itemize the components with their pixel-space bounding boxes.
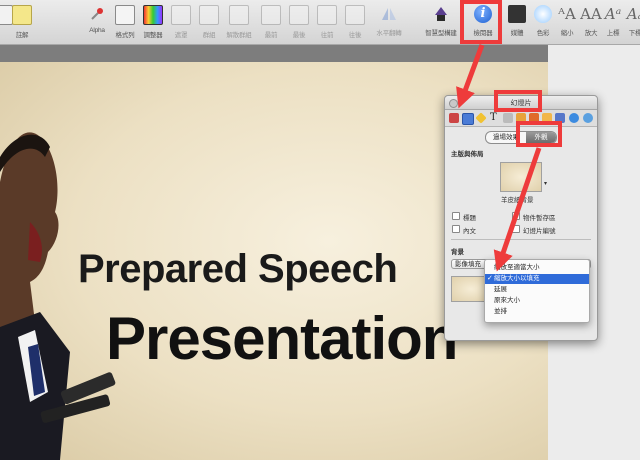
metrics-icon[interactable] xyxy=(516,113,526,123)
smart-build-icon xyxy=(432,5,450,23)
slide-inspector-icon[interactable] xyxy=(462,113,474,125)
menu-item-original-size[interactable]: 原來大小 xyxy=(485,296,589,306)
backward-icon xyxy=(345,5,365,25)
chart-icon[interactable] xyxy=(542,113,552,123)
option-object-label: 物件暫存區 xyxy=(523,215,556,222)
checkmark-icon: ✓ xyxy=(487,275,493,282)
text-icon[interactable]: T xyxy=(490,113,500,123)
background-section-label: 背景 xyxy=(451,249,464,256)
ungroup-icon xyxy=(229,5,249,25)
fill-type-value: 影像填充 xyxy=(455,261,481,268)
toolbar: 註解 Alpha 格式列 調整器 遮罩 群組 解散群組 最前 最後 往前 往後 … xyxy=(0,0,640,45)
adjust-icon xyxy=(143,5,163,25)
build-icon[interactable] xyxy=(475,112,487,124)
inspector-title: 幻燈片 xyxy=(510,100,532,107)
toolbar-button-flip[interactable]: 水平翻轉 xyxy=(372,3,406,41)
flip-icon xyxy=(380,5,398,23)
checkbox-title[interactable] xyxy=(452,212,460,220)
menu-item-scale-to-fit[interactable]: 縮放至適當大小 xyxy=(485,263,589,273)
link-icon[interactable] xyxy=(569,113,579,123)
checkbox-body[interactable] xyxy=(452,225,460,233)
format-bar-icon xyxy=(115,5,135,25)
document-icon[interactable] xyxy=(449,113,459,123)
alpha-icon xyxy=(88,5,106,23)
quicktime-icon[interactable] xyxy=(583,113,593,123)
master-name: 羊皮紙背景 xyxy=(501,197,534,204)
tab-appearance[interactable]: 外觀 xyxy=(526,132,556,143)
checkbox-object-placeholder[interactable] xyxy=(512,212,520,220)
mask-icon xyxy=(171,5,191,25)
graphic-icon[interactable] xyxy=(503,113,513,123)
media-icon xyxy=(508,5,526,23)
toolbar-button-inspector[interactable]: i 檢閱器 xyxy=(466,3,500,41)
option-body-label: 內文 xyxy=(463,228,476,235)
inspector-icon: i xyxy=(474,5,492,23)
checkbox-slide-number[interactable] xyxy=(512,225,520,233)
option-title-label: 標題 xyxy=(463,215,476,222)
toolbar-button-note[interactable]: 註解 xyxy=(5,3,39,41)
group-icon xyxy=(199,5,219,25)
inspector-segment: 過場效果 外觀 xyxy=(485,131,557,144)
option-slide-number-label: 幻燈片編號 xyxy=(523,228,556,235)
menu-item-stretch[interactable]: 延展 xyxy=(485,285,589,295)
bars-icon[interactable] xyxy=(555,113,565,123)
master-section-label: 主版與佈局 xyxy=(451,151,484,158)
front-icon xyxy=(261,5,281,25)
master-thumbnail[interactable] xyxy=(500,162,542,192)
menu-item-scale-to-fill[interactable]: ✓ 縮放大小以填充 xyxy=(485,274,589,284)
forward-icon xyxy=(317,5,337,25)
divider xyxy=(451,239,591,240)
toolbar-button-group[interactable]: 群組 xyxy=(192,3,226,41)
toolbar-button-subscript[interactable]: Aₐ 下標 xyxy=(618,3,640,41)
subscript-icon: Aₐ xyxy=(626,5,640,23)
inspector-title-bar[interactable]: 幻燈片 xyxy=(445,96,597,110)
toolbar-button-backward[interactable]: 往後 xyxy=(338,3,372,41)
table-icon[interactable] xyxy=(529,113,539,123)
back-icon xyxy=(289,5,309,25)
toolbar-button-ungroup[interactable]: 解散群組 xyxy=(222,3,256,41)
note-icon xyxy=(12,5,32,25)
menu-item-tile[interactable]: 並排 xyxy=(485,307,589,317)
tab-transition[interactable]: 過場效果 xyxy=(486,132,526,143)
inspector-tabs: T xyxy=(445,110,597,127)
toolbar-button-smart-build[interactable]: 智慧型構建 xyxy=(424,3,458,41)
chevron-down-icon[interactable]: ▾ xyxy=(544,180,547,187)
fill-mode-menu: 縮放至適當大小 ✓ 縮放大小以填充 延展 原來大小 並排 xyxy=(484,259,590,323)
